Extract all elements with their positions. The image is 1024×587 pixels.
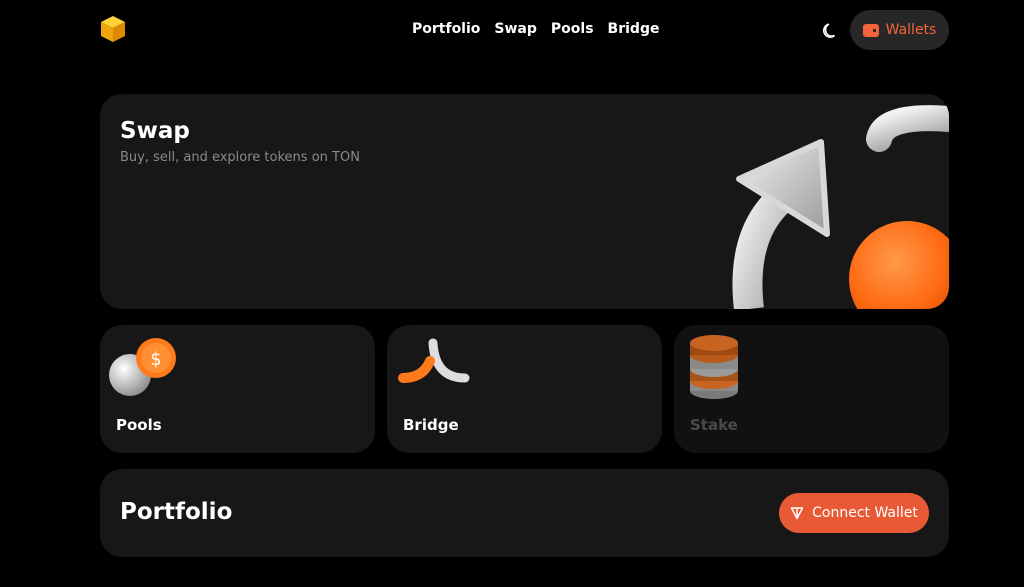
coin-stack-icon — [690, 335, 738, 399]
coins-dollar-icon: $ — [109, 338, 176, 396]
bridge-label: Bridge — [403, 416, 459, 434]
nav-portfolio[interactable]: Portfolio — [412, 21, 480, 37]
swap-arrow-illustration-icon — [732, 105, 949, 309]
stake-label: Stake — [690, 416, 738, 434]
pools-card[interactable]: $ Pools — [100, 325, 375, 453]
connect-wallet-button[interactable]: Connect Wallet — [779, 493, 929, 533]
bridge-illustration-icon — [398, 338, 470, 383]
cube-logo-icon[interactable] — [98, 14, 128, 44]
moon-icon[interactable] — [820, 20, 840, 40]
connect-wallet-label: Connect Wallet — [812, 505, 918, 521]
swap-card[interactable]: Swap Buy, sell, and explore tokens on TO… — [100, 94, 949, 309]
nav-swap[interactable]: Swap — [494, 21, 537, 37]
ton-icon — [790, 507, 804, 520]
wallet-icon — [862, 23, 879, 37]
wallets-button[interactable]: Wallets — [850, 10, 949, 50]
portfolio-card: Portfolio Connect Wallet — [100, 469, 949, 557]
pools-label: Pools — [116, 416, 162, 434]
nav-bridge[interactable]: Bridge — [608, 21, 660, 37]
main-nav: Portfolio Swap Pools Bridge — [412, 21, 659, 37]
swap-title: Swap — [120, 118, 190, 144]
swap-subtitle: Buy, sell, and explore tokens on TON — [120, 150, 360, 165]
wallets-label: Wallets — [885, 22, 937, 38]
bridge-card[interactable]: Bridge — [387, 325, 662, 453]
stake-card[interactable]: Stake — [674, 325, 949, 453]
svg-text:$: $ — [150, 349, 161, 370]
nav-pools[interactable]: Pools — [551, 21, 594, 37]
portfolio-title: Portfolio — [120, 499, 233, 525]
